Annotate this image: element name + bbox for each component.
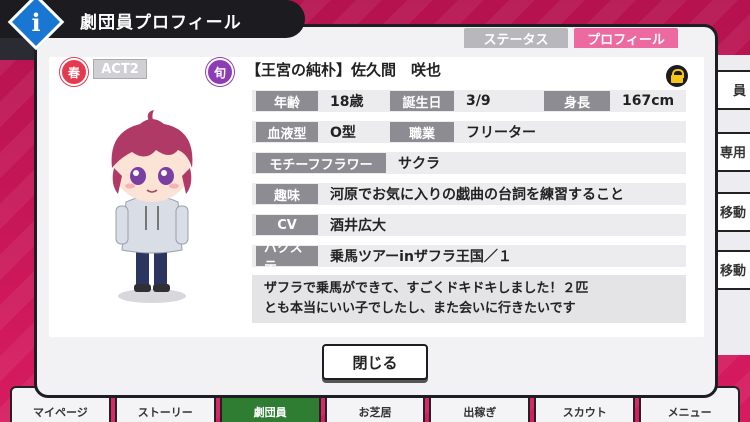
backstage-comment: ザフラで乗馬ができて、すごくドキドキしました！２匹 とも本当にいい子でしたし、ま… (252, 275, 686, 323)
cv-value: 酒井広大 (330, 218, 386, 234)
info-icon-glyph: i (31, 7, 41, 37)
character-sprite (92, 110, 212, 310)
flower-value: サクラ (398, 156, 440, 172)
dialog-title: 劇団員プロフィール (80, 13, 242, 33)
age-label: 年齢 (256, 91, 318, 111)
blood-label: 血液型 (256, 122, 318, 142)
birthday-value: 3/9 (466, 93, 491, 109)
close-button[interactable]: 閉じる (322, 344, 428, 380)
row-flower: モチーフフラワー サクラ (256, 153, 440, 173)
tab-profile[interactable]: プロフィール (574, 28, 678, 48)
lock-icon[interactable] (666, 65, 688, 87)
character-name: 【王宮の純朴】佐久間 咲也 (246, 61, 442, 79)
act-badge: ACT2 (93, 59, 147, 79)
row-basic: 年齢 18歳 誕生日 3/9 身長 167cm (256, 91, 674, 111)
blood-value: O型 (330, 125, 356, 141)
cv-label: CV (256, 215, 318, 235)
hobby-label: 趣味 (256, 184, 318, 204)
birthday-label: 誕生日 (390, 91, 454, 111)
spring-troupe-badge: 春 (60, 58, 88, 86)
age-value: 18歳 (330, 94, 364, 110)
height-value: 167cm (622, 93, 675, 109)
flower-label: モチーフフラワー (256, 153, 386, 173)
row-hobby: 趣味 河原でお気に入りの戯曲の台詞を練習すること (256, 184, 624, 204)
backstage-label: バクステ (256, 241, 318, 275)
height-label: 身長 (544, 91, 610, 111)
job-label: 職業 (390, 122, 454, 142)
comment-line-2: とも本当にいい子でしたし、また会いに行きたいです (264, 301, 576, 316)
backstage-value[interactable]: 乗馬ツアーinザフラ王国／１ (330, 246, 512, 266)
row-backstage: バクステ 乗馬ツアーinザフラ王国／１ (256, 241, 512, 275)
hobby-value: 河原でお気に入りの戯曲の台詞を練習すること (330, 187, 624, 203)
tab-status[interactable]: ステータス (464, 28, 568, 48)
job-value: フリーター (466, 125, 536, 141)
row-blood-job: 血液型 O型 職業 フリーター (256, 122, 536, 142)
shun-badge: 旬 (206, 58, 234, 86)
row-cv: CV 酒井広大 (256, 215, 386, 235)
comment-line-1: ザフラで乗馬ができて、すごくドキドキしました！２匹 (264, 281, 589, 296)
